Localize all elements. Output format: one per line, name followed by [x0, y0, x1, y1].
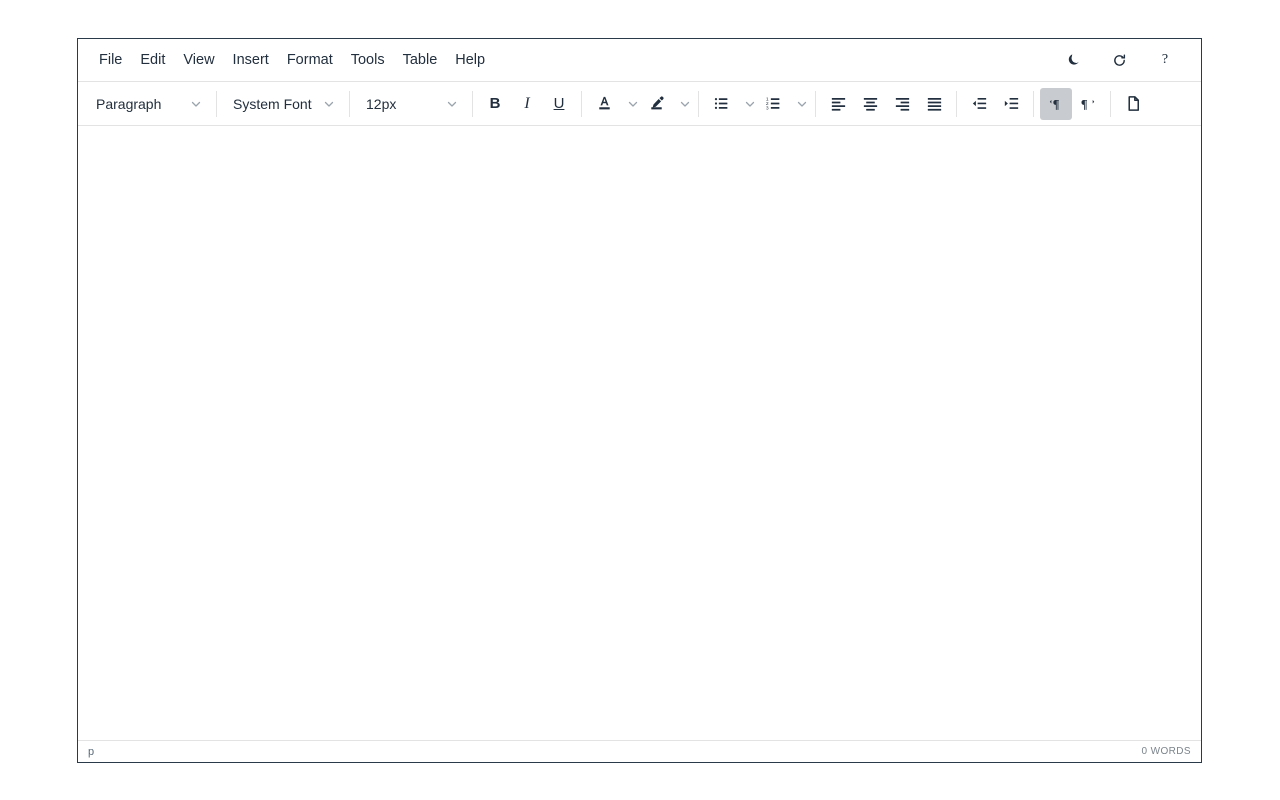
word-count[interactable]: 0 WORDS	[1142, 746, 1191, 757]
chevron-down-icon	[744, 98, 756, 110]
font-size-value: 12px	[366, 96, 396, 112]
font-family-select[interactable]: System Font	[223, 89, 343, 119]
page-icon	[1124, 94, 1143, 113]
toolbar: Paragraph System Font 12px B	[78, 82, 1201, 126]
font-size-select[interactable]: 12px	[356, 89, 466, 119]
bullet-list-button[interactable]	[705, 88, 737, 120]
menubar-right-icons: ?	[1063, 50, 1191, 70]
rtl-icon: ¶	[1079, 94, 1098, 113]
highlight-color-button[interactable]	[640, 88, 672, 120]
menu-format[interactable]: Format	[278, 49, 342, 72]
svg-text:¶: ¶	[1080, 97, 1087, 111]
text-color-button[interactable]	[588, 88, 620, 120]
toolbar-group-font-family: System Font	[219, 82, 347, 125]
numbered-list-dropdown-button[interactable]	[789, 89, 809, 119]
align-left-button[interactable]	[822, 88, 854, 120]
toolbar-group-block-format: Paragraph	[82, 82, 214, 125]
toolbar-separator	[472, 91, 473, 117]
highlight-pen-icon	[647, 94, 666, 113]
align-left-icon	[829, 94, 848, 113]
menu-edit[interactable]: Edit	[131, 49, 174, 72]
chevron-down-icon	[446, 98, 458, 110]
toolbar-group-alignment	[818, 82, 954, 125]
highlight-color-dropdown-button[interactable]	[672, 89, 692, 119]
toolbar-separator	[1110, 91, 1111, 117]
chevron-down-icon	[627, 98, 639, 110]
outdent-button[interactable]	[963, 88, 995, 120]
statusbar: p 0 WORDS	[78, 740, 1201, 762]
block-format-value: Paragraph	[96, 96, 161, 112]
menubar: File Edit View Insert Format Tools Table…	[78, 39, 1201, 82]
toolbar-group-indent	[959, 82, 1031, 125]
outdent-icon	[970, 94, 989, 113]
moon-icon[interactable]	[1063, 50, 1083, 70]
block-format-select[interactable]: Paragraph	[86, 89, 210, 119]
chevron-down-icon	[323, 98, 335, 110]
bold-button[interactable]: B	[479, 88, 511, 120]
toolbar-group-direction: ¶ ¶	[1036, 82, 1108, 125]
italic-button[interactable]: I	[511, 88, 543, 120]
refresh-icon[interactable]	[1109, 50, 1129, 70]
question-mark-icon[interactable]: ?	[1155, 50, 1175, 70]
menu-file[interactable]: File	[90, 49, 131, 72]
bold-icon: B	[490, 96, 501, 111]
chevron-down-icon	[190, 98, 202, 110]
italic-icon: I	[524, 96, 529, 112]
chevron-down-icon	[679, 98, 691, 110]
ltr-button[interactable]: ¶	[1040, 88, 1072, 120]
font-family-value: System Font	[233, 96, 312, 112]
page-break-button[interactable]	[1117, 88, 1149, 120]
element-path[interactable]: p	[88, 746, 94, 758]
menu-help[interactable]: Help	[446, 49, 494, 72]
toolbar-group-page	[1113, 82, 1153, 125]
menu-tools[interactable]: Tools	[342, 49, 394, 72]
indent-button[interactable]	[995, 88, 1027, 120]
toolbar-group-lists: 1 2 3	[701, 82, 813, 125]
menu-insert[interactable]: Insert	[224, 49, 278, 72]
align-justify-icon	[925, 94, 944, 113]
menu-table[interactable]: Table	[394, 49, 447, 72]
svg-text:¶: ¶	[1052, 97, 1059, 111]
text-color-dropdown-button[interactable]	[620, 89, 640, 119]
toolbar-separator	[815, 91, 816, 117]
numbered-list-icon: 1 2 3	[764, 94, 783, 113]
toolbar-group-basic-format: B I U	[475, 82, 579, 125]
align-right-button[interactable]	[886, 88, 918, 120]
toolbar-group-font-size: 12px	[352, 82, 470, 125]
indent-icon	[1002, 94, 1021, 113]
text-color-icon	[595, 94, 614, 113]
toolbar-separator	[581, 91, 582, 117]
underline-button[interactable]: U	[543, 88, 575, 120]
toolbar-group-colors	[584, 82, 696, 125]
align-justify-button[interactable]	[918, 88, 950, 120]
editor-window: File Edit View Insert Format Tools Table…	[77, 38, 1202, 763]
align-center-button[interactable]	[854, 88, 886, 120]
ltr-icon: ¶	[1047, 94, 1066, 113]
chevron-down-icon	[796, 98, 808, 110]
editor-content-area[interactable]	[78, 126, 1201, 740]
question-mark-glyph: ?	[1162, 53, 1168, 67]
align-right-icon	[893, 94, 912, 113]
underline-icon: U	[554, 96, 565, 111]
toolbar-separator	[216, 91, 217, 117]
rtl-button[interactable]: ¶	[1072, 88, 1104, 120]
bullet-list-dropdown-button[interactable]	[737, 89, 757, 119]
toolbar-separator	[349, 91, 350, 117]
align-center-icon	[861, 94, 880, 113]
bullet-list-icon	[712, 94, 731, 113]
toolbar-separator	[956, 91, 957, 117]
svg-text:3: 3	[765, 106, 768, 112]
toolbar-separator	[1033, 91, 1034, 117]
menu-view[interactable]: View	[174, 49, 223, 72]
numbered-list-button[interactable]: 1 2 3	[757, 88, 789, 120]
toolbar-separator	[698, 91, 699, 117]
